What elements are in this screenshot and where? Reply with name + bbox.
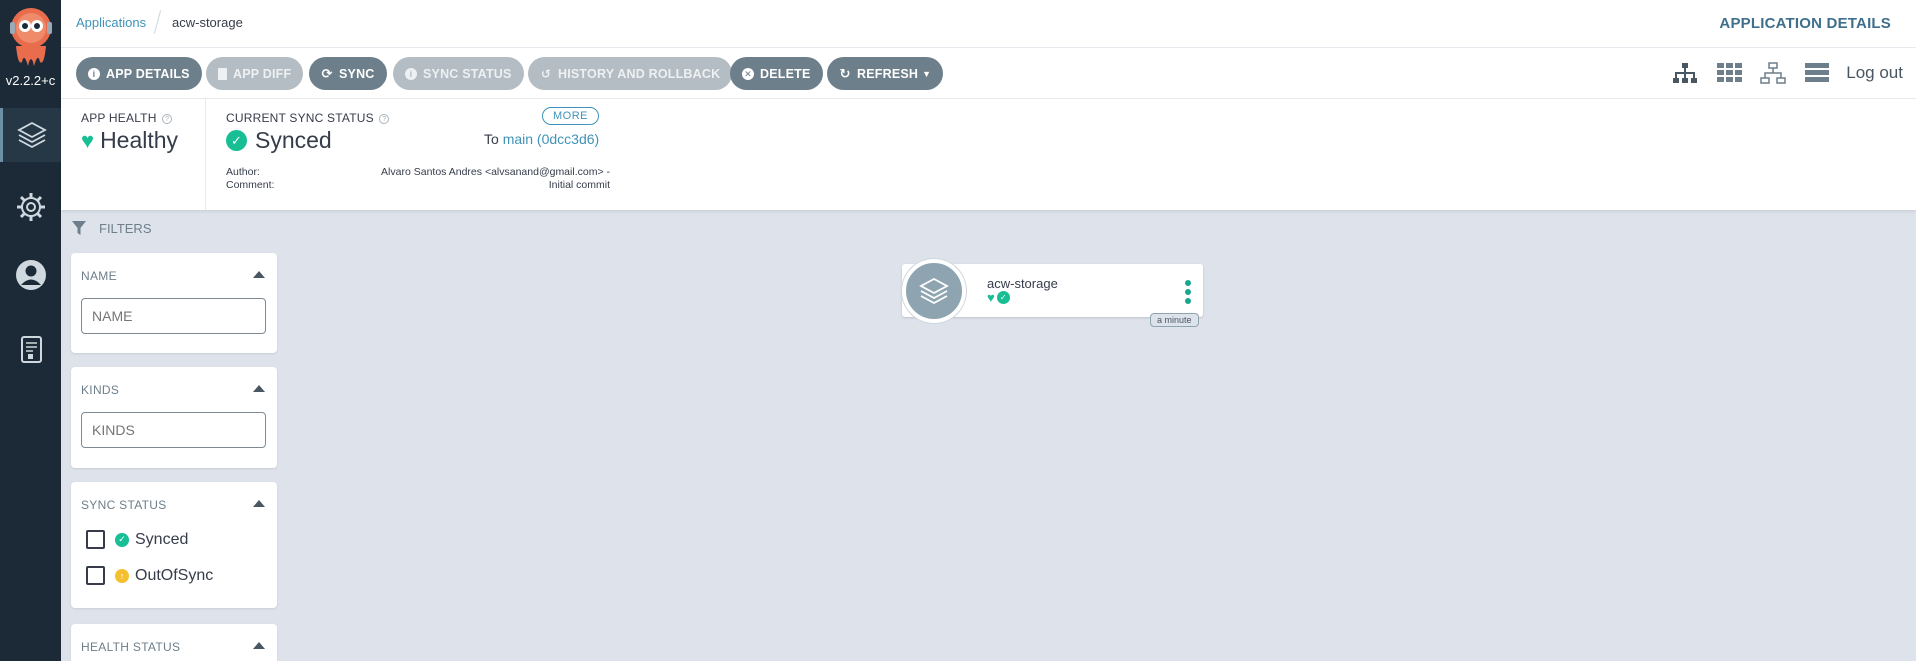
sync-status-button[interactable]: i SYNC STATUS — [393, 57, 524, 90]
help-icon[interactable]: ? — [162, 114, 173, 124]
more-button[interactable]: MORE — [542, 107, 599, 125]
user-icon — [15, 260, 46, 290]
collapse-icon[interactable] — [253, 385, 265, 392]
tree-view-icon[interactable] — [1672, 62, 1698, 84]
filters-title: FILTERS — [99, 220, 152, 236]
filters-panel: FILTERS NAME KINDS SYNC STATUS ✓ Synced … — [61, 210, 303, 661]
node-name: acw-storage — [987, 276, 1058, 291]
logout-link[interactable]: Log out — [1846, 63, 1903, 83]
refresh-label: REFRESH — [857, 66, 919, 81]
collapse-icon[interactable] — [253, 271, 265, 278]
refresh-icon: ↻ — [839, 65, 851, 81]
layers-icon — [17, 121, 47, 149]
sync-status-filter: SYNC STATUS ✓ Synced ↑ OutOfSync — [71, 482, 277, 608]
breadcrumb-separator — [153, 10, 162, 34]
status-panel: APP HEALTH ? ♥ Healthy CURRENT SYNC STAT… — [61, 99, 1916, 210]
sync-target: To main (0dcc3d6) — [484, 131, 599, 147]
name-filter-input[interactable] — [81, 298, 266, 334]
gear-icon — [16, 193, 45, 221]
check-circle-icon: ✓ — [226, 130, 247, 151]
arrow-up-circle-icon: ↑ — [115, 568, 129, 583]
application-node-icon — [902, 259, 966, 323]
sync-label: SYNC — [339, 66, 375, 81]
comment-label: Comment: — [226, 179, 275, 191]
author-value: Alvaro Santos Andres <alvsanand@gmail.co… — [381, 166, 610, 178]
app-health-value: Healthy — [100, 127, 179, 153]
sync-status-heading: CURRENT SYNC STATUS — [226, 111, 374, 125]
node-status-icons: ♥ ✓ — [987, 291, 1010, 304]
checkbox[interactable] — [86, 566, 105, 585]
filter-icon — [72, 221, 86, 235]
pods-view-icon[interactable] — [1716, 62, 1742, 84]
kinds-filter-input[interactable] — [81, 412, 266, 448]
sync-option-synced[interactable]: ✓ Synced — [86, 530, 188, 549]
sync-status-section[interactable]: CURRENT SYNC STATUS ? ✓ Synced MORE To m… — [226, 99, 610, 210]
health-status-filter: HEALTH STATUS — [71, 624, 277, 661]
sync-icon: ⟳ — [321, 65, 333, 81]
history-icon: ↺ — [540, 66, 552, 81]
sync-status-label: SYNC STATUS — [423, 66, 512, 81]
to-label: To — [484, 131, 499, 147]
option-label: Synced — [135, 530, 189, 548]
check-circle-icon: ✓ — [115, 532, 129, 547]
toolbar: i APP DETAILS APP DIFF ⟳ SYNC i SYNC STA… — [61, 48, 1916, 99]
node-menu-icon[interactable] — [1185, 280, 1191, 304]
top-bar: Applications acw-storage APPLICATION DET… — [61, 0, 1916, 48]
app-health-label: APP HEALTH — [81, 111, 157, 125]
checkbox[interactable] — [86, 530, 105, 549]
health-status-filter-title: HEALTH STATUS — [81, 640, 181, 654]
sync-option-outofsync[interactable]: ↑ OutOfSync — [86, 566, 213, 585]
app-diff-label: APP DIFF — [233, 66, 292, 81]
collapse-icon[interactable] — [253, 642, 265, 649]
option-label: OutOfSync — [135, 566, 214, 584]
close-circle-icon: ✕ — [742, 67, 754, 80]
chevron-down-icon: ▼ — [922, 68, 932, 79]
delete-button[interactable]: ✕ DELETE — [730, 57, 823, 90]
revision-link[interactable]: main (0dcc3d6) — [503, 131, 600, 147]
nav-user-info[interactable] — [0, 248, 61, 302]
help-icon[interactable]: ? — [379, 114, 390, 124]
kinds-filter-title: KINDS — [81, 383, 120, 397]
view-switcher — [1672, 62, 1830, 84]
sync-status-value: Synced — [255, 127, 332, 153]
name-filter: NAME — [71, 253, 277, 353]
network-view-icon[interactable] — [1760, 62, 1786, 84]
version-label: v2.2.2+c — [5, 73, 56, 88]
refresh-button[interactable]: ↻ REFRESH ▼ — [827, 57, 944, 90]
breadcrumb-current: acw-storage — [172, 15, 243, 30]
node-age-badge: a minute — [1150, 313, 1199, 327]
filters-header: FILTERS — [71, 220, 152, 236]
app-diff-button[interactable]: APP DIFF — [206, 57, 304, 90]
argo-logo[interactable] — [6, 6, 56, 72]
app-details-label: APP DETAILS — [106, 66, 190, 81]
nav-applications[interactable] — [0, 108, 61, 162]
name-filter-title: NAME — [81, 269, 117, 283]
check-circle-icon: ✓ — [996, 291, 1010, 304]
sync-status-filter-title: SYNC STATUS — [81, 498, 167, 512]
history-rollback-label: HISTORY AND ROLLBACK — [558, 66, 721, 81]
app-details-button[interactable]: i APP DETAILS — [76, 57, 202, 90]
side-nav: v2.2.2+c — [0, 0, 61, 661]
comment-value: Initial commit — [548, 179, 610, 191]
nav-settings[interactable] — [0, 180, 61, 234]
heart-icon: ♥ — [987, 290, 995, 305]
sync-button[interactable]: ⟳ SYNC — [309, 57, 387, 90]
book-icon — [20, 336, 42, 363]
info-icon: i — [405, 67, 417, 80]
file-icon — [218, 67, 227, 80]
list-view-icon[interactable] — [1804, 62, 1830, 84]
page-title: APPLICATION DETAILS — [1719, 15, 1891, 32]
heart-icon: ♥ — [81, 127, 95, 153]
collapse-icon[interactable] — [253, 500, 265, 507]
kinds-filter: KINDS — [71, 367, 277, 468]
app-health-section[interactable]: APP HEALTH ? ♥ Healthy — [61, 99, 206, 210]
history-rollback-button[interactable]: ↺ HISTORY AND ROLLBACK — [528, 57, 733, 90]
info-icon: i — [88, 67, 100, 80]
author-label: Author: — [226, 166, 260, 178]
breadcrumb-applications[interactable]: Applications — [76, 15, 146, 30]
nav-docs[interactable] — [0, 322, 61, 376]
delete-label: DELETE — [760, 66, 811, 81]
layers-icon — [919, 277, 949, 305]
